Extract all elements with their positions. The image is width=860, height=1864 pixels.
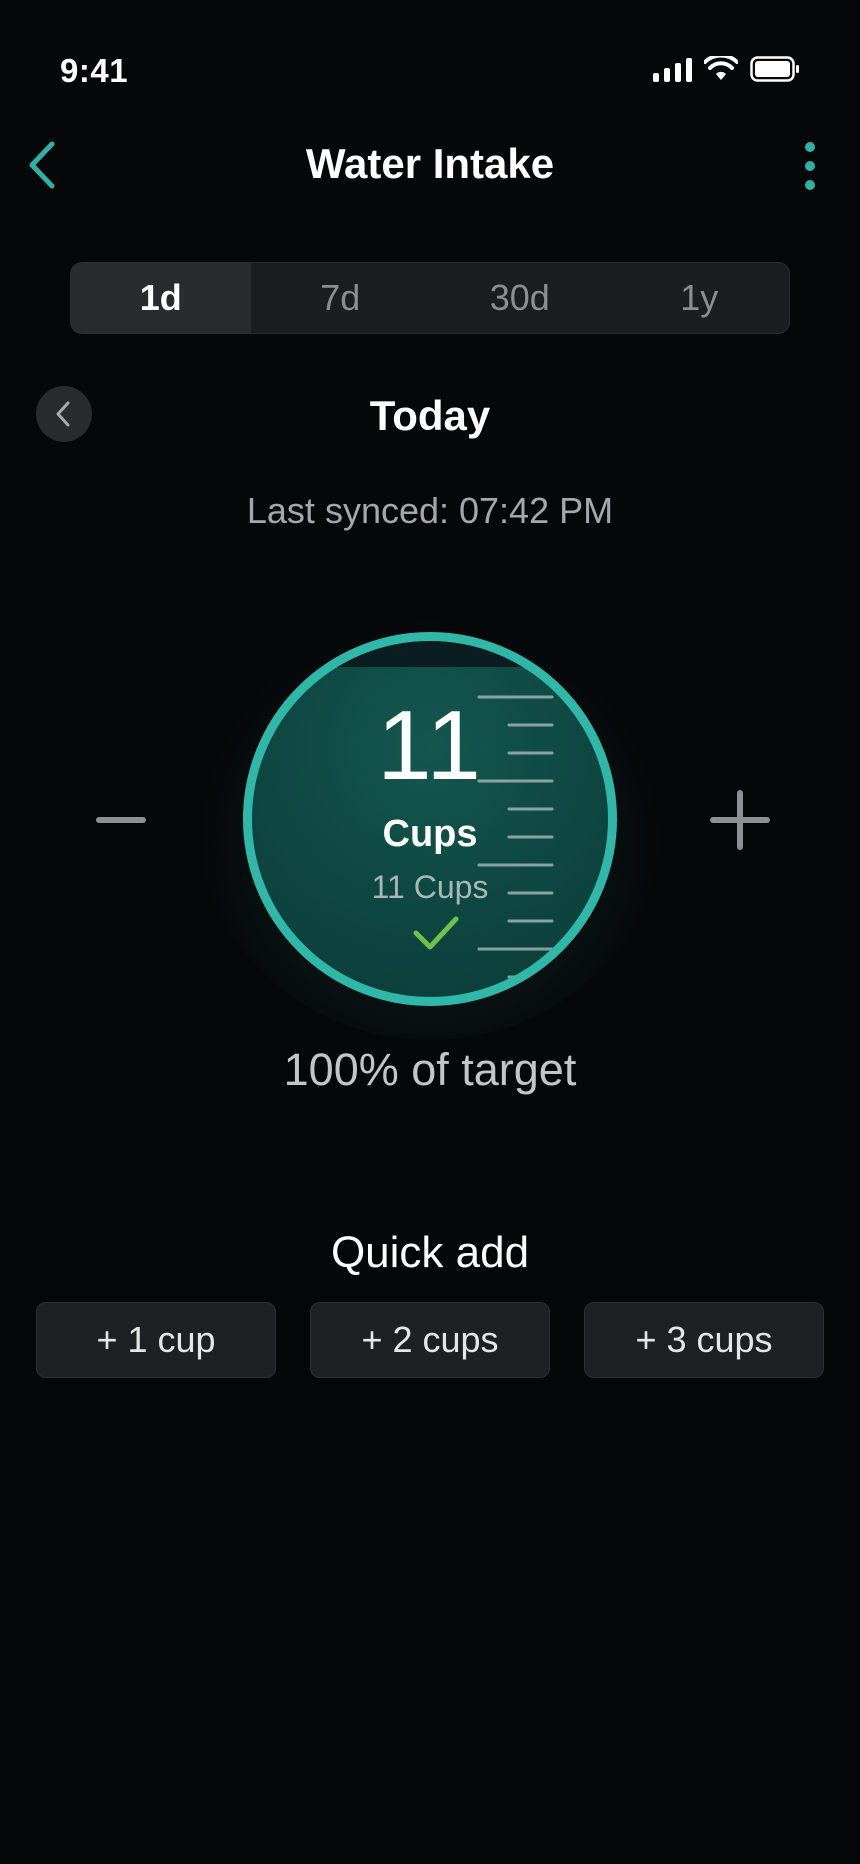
cups-value: 11 <box>377 690 483 800</box>
tab-1y[interactable]: 1y <box>610 263 790 333</box>
range-tabs: 1d 7d 30d 1y <box>70 262 790 334</box>
water-gauge: 11 Cups 11 Cups <box>243 632 617 1006</box>
add-2-cups-button[interactable]: + 2 cups <box>310 1302 550 1378</box>
page-title: Water Intake <box>305 140 555 187</box>
cups-unit-label: Cups <box>382 813 478 855</box>
more-menu-button[interactable] <box>800 142 820 190</box>
quick-add-buttons: + 1 cup + 2 cups + 3 cups <box>36 1302 824 1378</box>
cups-goal-label: 11 Cups <box>371 869 489 905</box>
checkmark-icon <box>413 916 459 950</box>
battery-icon <box>750 56 799 82</box>
wifi-icon <box>704 56 738 80</box>
minus-icon[interactable] <box>96 817 146 823</box>
tab-7d[interactable]: 7d <box>251 263 431 333</box>
tab-1d[interactable]: 1d <box>71 263 251 333</box>
tab-30d[interactable]: 30d <box>430 263 610 333</box>
plus-icon[interactable] <box>710 790 770 850</box>
add-3-cups-button[interactable]: + 3 cups <box>584 1302 824 1378</box>
signal-icon <box>653 56 692 82</box>
last-synced-text: Last synced: 07:42 PM <box>246 490 614 531</box>
date-title: Today <box>369 392 491 439</box>
add-1-cup-button[interactable]: + 1 cup <box>36 1302 276 1378</box>
more-vertical-icon <box>805 142 815 152</box>
status-icons <box>653 56 800 82</box>
quick-add-title: Quick add <box>330 1228 530 1277</box>
status-time: 9:41 <box>60 52 129 89</box>
target-progress-text: 100% of target <box>283 1044 577 1095</box>
